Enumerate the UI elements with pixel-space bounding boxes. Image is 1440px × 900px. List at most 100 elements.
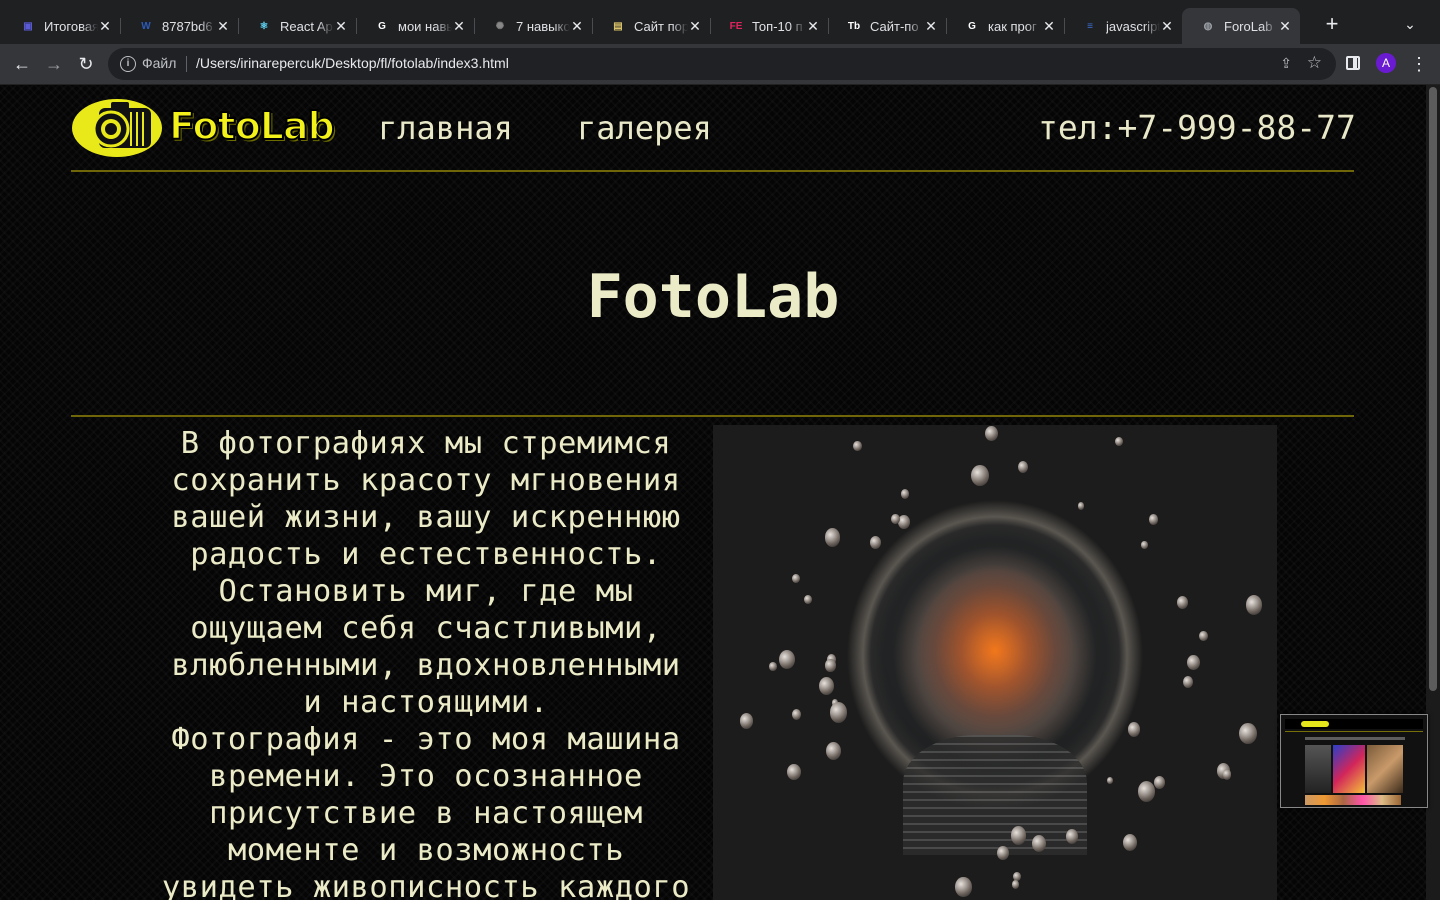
water-droplet <box>824 528 840 547</box>
tab-title: React App <box>280 18 334 34</box>
about-line: Остановить миг, где мы <box>218 574 634 609</box>
about-text: В фотографиях мы стремимся сохранить крас… <box>140 425 712 900</box>
water-droplet <box>1154 775 1166 789</box>
water-droplet <box>996 845 1009 861</box>
browser-tab[interactable]: ◍ ForoLab ✕ <box>1182 8 1300 44</box>
url-text[interactable]: /Users/irinarepercuk/Desktop/fl/fotolab/… <box>196 55 509 71</box>
close-tab-icon[interactable]: ✕ <box>96 17 114 35</box>
water-droplet <box>901 489 910 500</box>
close-tab-icon[interactable]: ✕ <box>1040 17 1058 35</box>
address-bar[interactable]: i Файл /Users/irinarepercuk/Desktop/fl/f… <box>108 48 1336 80</box>
water-droplet <box>1107 777 1114 785</box>
browser-tab[interactable]: ⚛ React App ✕ <box>238 8 357 44</box>
water-droplet <box>891 513 901 524</box>
tab-search-chevron-icon[interactable]: ⌄ <box>1398 12 1422 36</box>
browser-tab[interactable]: Gкак прог ✕ <box>946 8 1065 44</box>
browser-tab[interactable]: W 8787bd6 ✕ <box>120 8 239 44</box>
about-line: присутствие в настоящем <box>209 796 643 831</box>
hero-title: FotoLab <box>586 262 840 332</box>
browser-tab[interactable]: ▤ Сайт портфолио✕ <box>592 8 711 44</box>
close-tab-icon[interactable]: ✕ <box>214 17 232 35</box>
tab-title: Сайт-по <box>870 18 919 34</box>
info-icon[interactable]: i <box>120 56 136 72</box>
nav-link-gallery[interactable]: галерея <box>577 109 712 147</box>
water-droplet <box>1122 833 1138 851</box>
preview-photo-strip <box>1305 795 1401 805</box>
menu-kebab-icon[interactable]: ⋮ <box>1410 52 1428 76</box>
tab-title: 8787bd6 <box>162 18 213 34</box>
address-divider <box>186 56 187 72</box>
water-droplet <box>792 708 802 720</box>
preview-text <box>1305 737 1405 740</box>
water-droplet <box>955 877 972 897</box>
water-droplet <box>971 465 989 487</box>
browser-tab[interactable]: ✺ 7 навыков✕ <box>474 8 593 44</box>
about-line: моменте и возможность <box>227 833 625 868</box>
forward-arrow-icon[interactable]: → <box>42 52 66 76</box>
new-tab-button[interactable]: + <box>1320 12 1344 36</box>
water-droplet <box>778 650 795 670</box>
water-droplet <box>870 535 882 549</box>
browser-tab[interactable]: FE Топ-10 п ✕ <box>710 8 829 44</box>
browser-tab[interactable]: Gмои навыки✕ <box>356 8 475 44</box>
tab-title: мои навыки <box>398 18 452 34</box>
water-droplet <box>1077 502 1084 511</box>
tab-title: Сайт портфолио <box>634 18 688 34</box>
scrollbar-thumb[interactable] <box>1429 87 1437 691</box>
close-tab-icon[interactable]: ✕ <box>568 17 586 35</box>
close-tab-icon[interactable]: ✕ <box>1276 17 1294 35</box>
tab-title: как прог <box>988 18 1037 34</box>
back-arrow-icon[interactable]: ← <box>10 52 34 76</box>
doc-icon: ▤ <box>613 20 623 32</box>
site-logo[interactable]: FotoLab <box>71 98 336 158</box>
water-droplet <box>1176 595 1188 610</box>
web-page: FotoLab главная галерея тел:+7-999-88-77… <box>0 85 1426 900</box>
browser-tab[interactable]: ≡ javascript ✕ <box>1064 8 1183 44</box>
water-droplet <box>1031 834 1047 852</box>
preview-divider <box>1285 731 1423 732</box>
water-droplet <box>1222 769 1232 781</box>
stack-icon: ≡ <box>1087 20 1093 32</box>
preview-image <box>1305 745 1331 793</box>
share-icon[interactable]: ⇪ <box>1280 55 1292 72</box>
water-droplet <box>818 676 835 696</box>
close-tab-icon[interactable]: ✕ <box>686 17 704 35</box>
water-tunnel-photo <box>713 425 1277 900</box>
page-scrollbar[interactable] <box>1426 85 1440 900</box>
about-line: радость и естественность. <box>190 537 662 572</box>
tab-title: javascript <box>1106 18 1160 34</box>
profile-avatar[interactable]: A <box>1376 53 1396 73</box>
word-icon: W <box>141 20 151 32</box>
browser-tab[interactable]: Тb Сайт-по ✕ <box>828 8 947 44</box>
water-droplet <box>1246 595 1263 615</box>
tab-title: Топ-10 п <box>752 18 803 34</box>
water-droplet <box>792 573 801 584</box>
close-tab-icon[interactable]: ✕ <box>922 17 940 35</box>
about-line: влюбленными, вдохновленными <box>171 648 681 683</box>
water-droplet <box>786 763 801 781</box>
side-panel-icon[interactable] <box>1346 56 1360 70</box>
bookmark-star-icon[interactable]: ☆ <box>1307 53 1322 73</box>
close-tab-icon[interactable]: ✕ <box>1158 17 1176 35</box>
react-icon: ⚛ <box>259 20 269 32</box>
water-droplet <box>803 594 812 605</box>
browser-tab[interactable]: ▣ Итоговая ✕ <box>2 8 121 44</box>
about-line: и настоящими. <box>303 685 549 720</box>
water-droplet <box>1239 722 1257 744</box>
close-tab-icon[interactable]: ✕ <box>450 17 468 35</box>
app-icon: ▣ <box>23 20 33 32</box>
water-droplet <box>739 713 753 729</box>
fe-icon: FE <box>729 20 743 32</box>
file-scheme-label: Файл <box>142 55 177 71</box>
preview-image <box>1367 745 1403 793</box>
water-droplet <box>1187 654 1201 671</box>
window-preview-thumbnail[interactable] <box>1280 714 1428 808</box>
nav-link-home[interactable]: главная <box>378 109 513 147</box>
google-icon: G <box>968 20 976 32</box>
close-tab-icon[interactable]: ✕ <box>804 17 822 35</box>
tab-strip: ▣Итоговая✕W8787bd6✕⚛React App✕Gмои навык… <box>0 0 1440 44</box>
reload-icon[interactable]: ↻ <box>74 52 98 76</box>
header-divider <box>71 170 1354 172</box>
close-tab-icon[interactable]: ✕ <box>332 17 350 35</box>
preview-logo <box>1301 721 1329 727</box>
